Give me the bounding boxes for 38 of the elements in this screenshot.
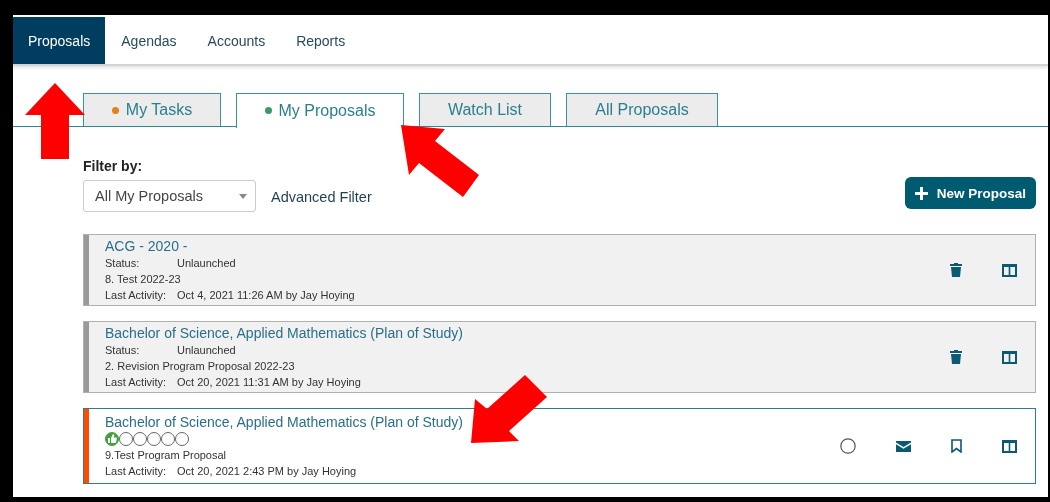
proposal-title-link[interactable]: ACG - 2020 -	[105, 237, 894, 255]
status-value: Unlaunched	[177, 342, 236, 358]
nav-tab[interactable]: Agendas	[106, 17, 192, 64]
columns-icon[interactable]	[1002, 263, 1017, 277]
proposal-title-link[interactable]: Bachelor of Science, Applied Mathematics (Plan of Study)	[105, 324, 894, 342]
trash-icon[interactable]	[950, 350, 962, 364]
activity-text: Oct 20, 2021 11:31 AM by Jay Hoying	[177, 374, 361, 390]
activity-text: Oct 4, 2021 11:26 AM by Jay Hoying	[177, 287, 355, 303]
tab[interactable]: My Proposals	[236, 93, 404, 128]
step-text: 9.Test Program Proposal	[105, 447, 228, 463]
nav-tab[interactable]: Reports	[281, 17, 361, 64]
tab[interactable]: My Tasks	[83, 93, 221, 126]
tab[interactable]: All Proposals	[566, 93, 718, 126]
nav-tab[interactable]: Accounts	[192, 17, 281, 64]
activity-label: Last Activity:	[105, 287, 168, 303]
tab[interactable]: Watch List	[419, 93, 551, 126]
step-text: 2. Revision Program Proposal 2022-23	[105, 358, 296, 374]
advanced-filter-link[interactable]: Advanced Filter	[271, 189, 372, 205]
plus-icon	[914, 186, 928, 200]
filter-dropdown[interactable]: All My Proposals	[83, 180, 256, 212]
activity-text: Oct 20, 2021 2:43 PM by Jay Hoying	[177, 463, 357, 479]
activity-label: Last Activity:	[105, 463, 168, 479]
step-text: 8. Test 2022-23	[105, 271, 182, 287]
status-label: Status:	[105, 342, 141, 358]
filter-label: Filter by:	[83, 158, 144, 174]
proposal-title-link[interactable]: Bachelor of Science, Applied Mathematics (Plan of Study)	[105, 413, 824, 431]
trash-icon[interactable]	[950, 263, 962, 277]
empty-circle-icon[interactable]	[840, 438, 856, 454]
new-proposal-button[interactable]: New Proposal	[904, 177, 1036, 209]
activity-label: Last Activity:	[105, 374, 168, 390]
columns-icon[interactable]	[1002, 350, 1017, 364]
columns-icon[interactable]	[1002, 439, 1017, 453]
caret-icon	[239, 193, 247, 199]
mail-icon[interactable]	[896, 440, 911, 452]
bookmark-icon[interactable]	[951, 439, 962, 453]
status-value: Unlaunched	[177, 255, 236, 271]
nav-tab[interactable]: Proposals	[13, 17, 106, 64]
status-label: Status:	[105, 255, 141, 271]
